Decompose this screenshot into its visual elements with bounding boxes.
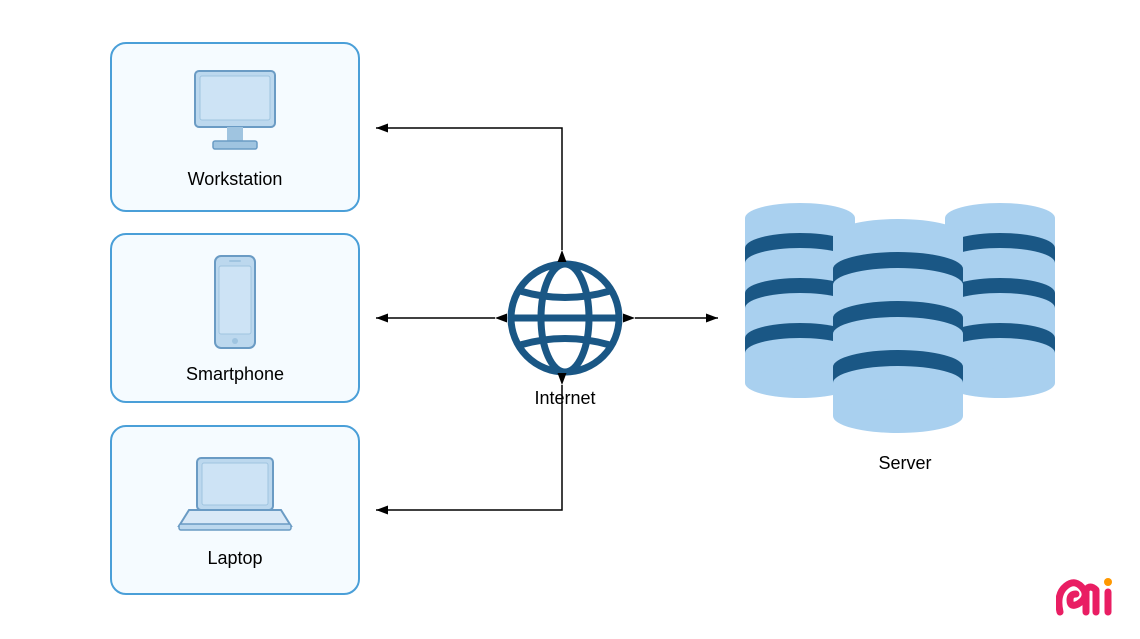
server-icon <box>725 194 1075 439</box>
client-card-smartphone: Smartphone <box>110 233 360 403</box>
client-card-laptop: Laptop <box>110 425 360 595</box>
brand-logo <box>1056 576 1118 621</box>
laptop-icon <box>175 452 295 536</box>
internet-label: Internet <box>530 388 600 409</box>
client-card-workstation: Workstation <box>110 42 360 212</box>
client-label-workstation: Workstation <box>188 169 283 190</box>
workstation-icon <box>187 65 283 157</box>
client-label-laptop: Laptop <box>207 548 262 569</box>
server-label: Server <box>870 453 940 474</box>
smartphone-icon <box>205 252 265 352</box>
client-label-smartphone: Smartphone <box>186 364 284 385</box>
internet-globe-icon <box>505 258 625 383</box>
